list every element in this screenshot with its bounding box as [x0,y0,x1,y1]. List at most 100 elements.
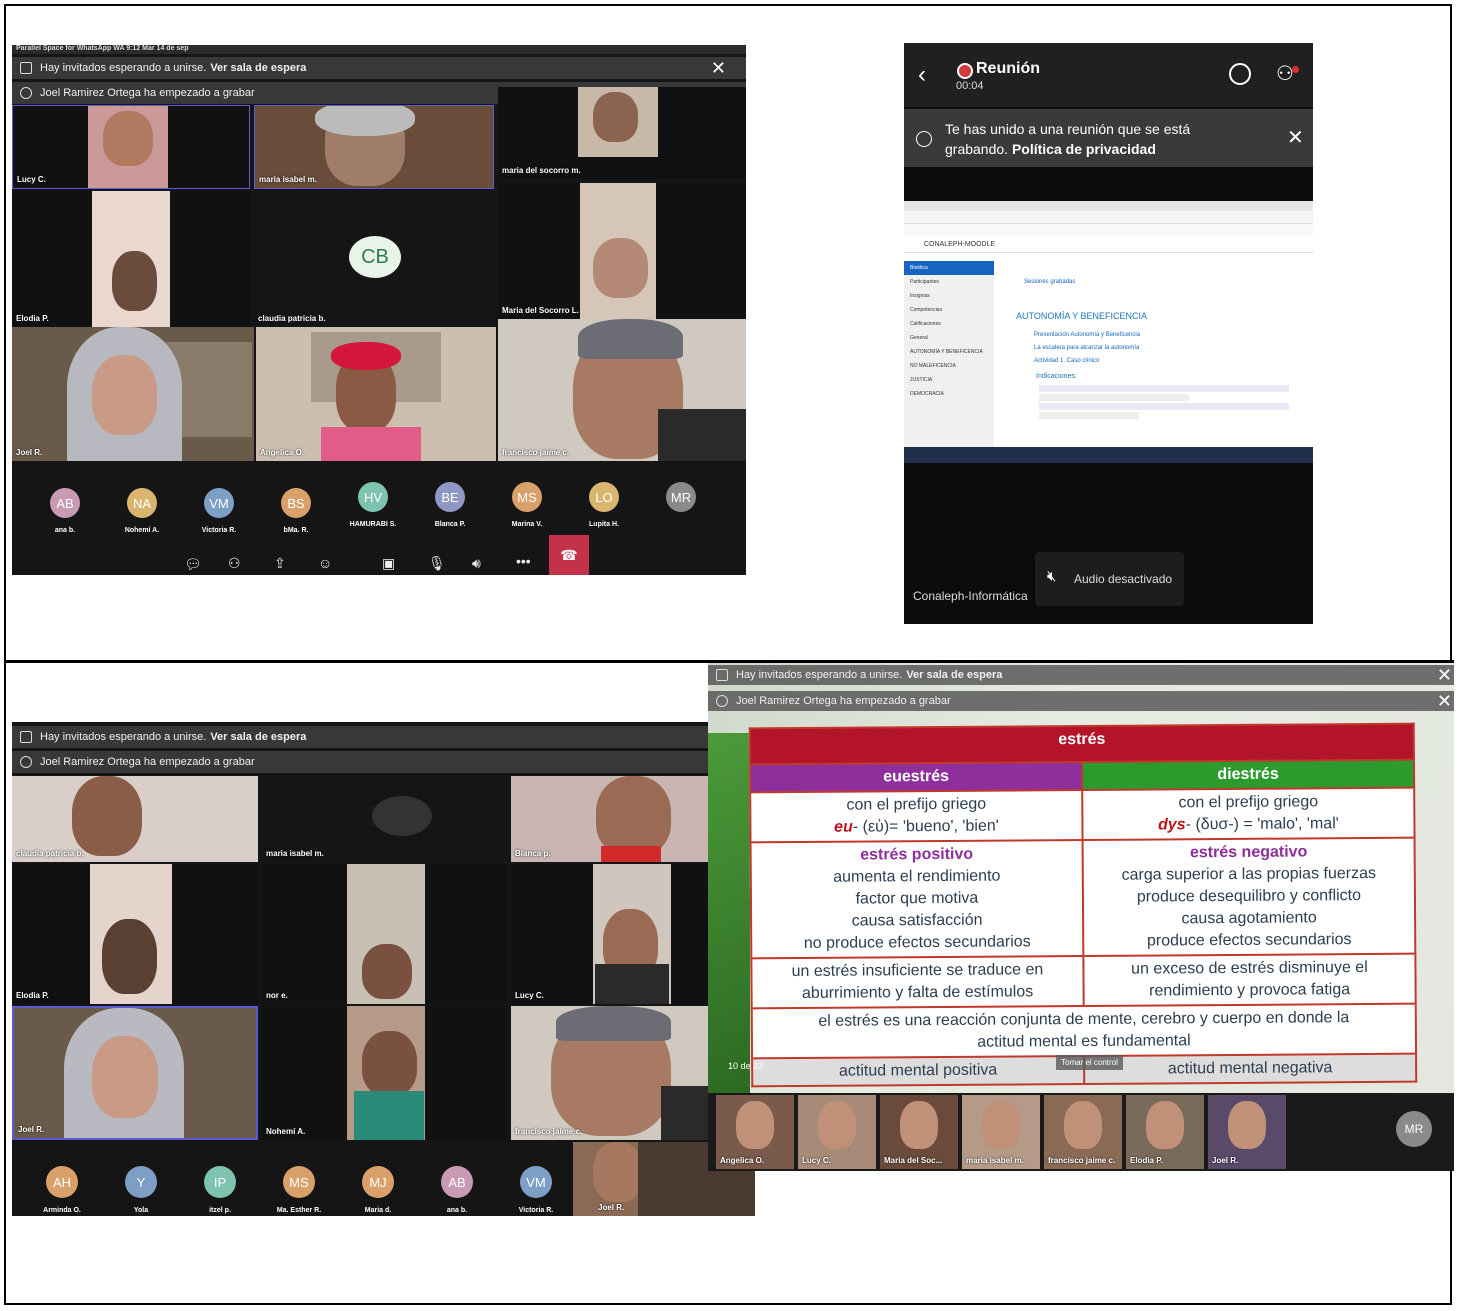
participant-name: Elodia P. [1130,1156,1163,1165]
waiting-room-link[interactable]: Ver sala de espera [210,731,306,743]
avatar[interactable]: MJ [362,1166,394,1198]
close-icon[interactable]: ✕ [1437,666,1452,684]
avatar[interactable]: MS [512,482,542,512]
moodle-sidebar-item[interactable]: AUTONOMÍA Y BENEFICENCIA [904,345,994,359]
moodle-item[interactable]: Presentación Autonomía y Beneficencia [1034,329,1140,342]
video-tile[interactable]: Joel R. [12,327,254,461]
privacy-policy-link[interactable]: Política de privacidad [1012,141,1156,157]
video-tile[interactable]: maria isabel m. [254,105,494,189]
meeting-title: Reunión [976,60,1040,77]
more-icon[interactable]: ••• [516,553,531,569]
avatar[interactable]: MS [283,1166,315,1198]
participants-icon[interactable]: ⚇ [1276,61,1294,86]
participant-thumbnail-strip: Angelica O. Lucy C. Maria del Soc... maria … [708,1093,1454,1171]
moodle-sidebar-item[interactable]: Calificaciones [904,317,994,331]
avatar[interactable]: VM [204,488,234,518]
moodle-item[interactable]: La escalera para alcanzar la autonomía [1034,342,1140,355]
waiting-room-link[interactable]: Ver sala de espera [210,62,306,74]
share-icon[interactable]: ⇪ [274,555,286,572]
video-tile[interactable]: maria isabel m. [962,1095,1040,1169]
participant-name: francisco jaime c. [1048,1156,1116,1165]
avatar[interactable]: VM [520,1166,552,1198]
video-tile[interactable]: maria isabel m. [262,776,507,862]
video-tile[interactable]: claudia patricia b. [12,776,258,862]
participant-name: Victoria R. [201,527,237,534]
video-tile[interactable]: Elodia P. [12,864,258,1004]
close-icon[interactable]: ✕ [1287,125,1304,150]
positive-item: factor que motiva [855,889,979,908]
avatar[interactable]: MR [666,482,696,512]
avatar[interactable]: Y [125,1166,157,1198]
video-tile[interactable]: Elodia P. [12,191,250,327]
video-tile[interactable]: maria del socorro m. [498,87,746,179]
leave-call-button[interactable]: ☎︎ [549,535,589,575]
moodle-sidebar-item[interactable]: General [904,331,994,345]
camera-off-icon[interactable]: ▣ [382,555,395,572]
video-tile[interactable]: Lucy C. [798,1095,876,1169]
avatar[interactable]: HV [358,482,388,512]
moodle-sidebar-item[interactable]: Competencias [904,303,994,317]
take-control-button[interactable]: Tomar el control [1056,1055,1123,1070]
avatar[interactable]: LO [589,482,619,512]
moodle-sidebar-item[interactable]: JUSTICIA [904,373,994,387]
participant-name: Lucy C. [17,175,46,184]
video-tile[interactable]: Joel R. [12,1006,258,1140]
meeting-timer: 00:04 [956,80,984,92]
video-tile[interactable]: Maria del Socorro L. [498,183,746,319]
participant-name: ana b. [446,1207,468,1214]
video-tile[interactable]: Nohemí A. [262,1006,507,1140]
notice-text: Joel Ramirez Ortega ha empezado a grabar [40,87,255,99]
video-tile[interactable]: nor e. [262,864,507,1004]
moodle-sidebar-item[interactable]: NO MALEFICENCIA [904,359,994,373]
slide-title: estrés [749,723,1414,765]
participant-name: maria isabel m. [966,1156,1024,1165]
notice-text: Joel Ramirez Ortega ha empezado a grabar [736,695,951,707]
avatar[interactable]: IP [204,1166,236,1198]
video-tile[interactable]: francisco jaime c. [498,319,746,461]
waiting-room-notice[interactable]: Hay invitados esperando a unirse. Ver sa… [12,57,746,79]
prefix-meaning: - (εὐ)= 'bueno', 'bien' [852,817,999,836]
chat-icon[interactable] [1229,63,1251,85]
shared-screen: CONALEPH-MOODLE Bioética Participantes Ins… [904,201,1313,463]
video-tile[interactable]: Elodia P. [1126,1095,1204,1169]
waiting-room-link[interactable]: Ver sala de espera [906,669,1002,681]
close-icon[interactable]: ✕ [711,59,726,77]
moodle-sidebar-item[interactable]: Bioética [904,261,994,275]
chat-icon[interactable]: 💬︎ [184,556,202,573]
avatar[interactable]: MR [1396,1111,1432,1147]
video-tile[interactable]: Angelica O. [256,327,496,461]
moodle-sidebar-item[interactable]: DEMOCRACIA [904,387,994,401]
waiting-room-notice[interactable]: Hay invitados esperando a unirse. Ver sa… [12,726,755,748]
video-tile[interactable]: Angelica O. [716,1095,794,1169]
speaker-icon[interactable]: 🔊︎ [472,555,481,572]
avatar[interactable]: AH [46,1166,78,1198]
avatar[interactable]: NA [127,488,157,518]
waiting-room-notice[interactable]: Hay invitados esperando a unirse. Ver sa… [708,665,1454,685]
avatar[interactable]: AB [441,1166,473,1198]
column-header-left: euestrés [750,762,1083,793]
video-tile[interactable]: CB claudia patricia b. [254,191,494,327]
participant-name: maria isabel m. [266,849,324,858]
moodle-link[interactable]: Sesiones grabadas [1024,279,1075,285]
back-icon[interactable]: ‹ [918,61,926,89]
avatar[interactable]: BE [435,482,465,512]
close-icon[interactable]: ✕ [1437,692,1452,710]
info-icon [20,87,32,99]
participant-name: Victoria R. [518,1207,554,1214]
video-tile[interactable]: Joel R. [1208,1095,1286,1169]
moodle-sidebar-item[interactable]: Participantes [904,275,994,289]
video-tile[interactable]: Lucy C. [12,105,250,189]
moodle-sidebar-item[interactable]: Insignias [904,289,994,303]
video-tile[interactable]: Maria del Soc... [880,1095,958,1169]
screenshot-tablet-meeting-2: Hay invitados esperando a unirse. Ver sa… [12,722,755,1216]
participants-icon[interactable]: ⚇ [228,555,241,572]
avatar[interactable]: AB [50,488,80,518]
moodle-item[interactable]: Actividad 1. Caso clínico [1034,355,1140,368]
video-tile[interactable]: francisco jaime c. [1044,1095,1122,1169]
reactions-icon[interactable]: ☺ [318,555,332,571]
recording-notice: Joel Ramirez Ortega ha empezado a grabar [12,751,755,773]
negative-item: causa agotamiento [1181,909,1317,928]
participant-name: francisco jaime c. [502,448,570,457]
mic-off-icon[interactable]: 🎙︎ [428,555,446,572]
avatar[interactable]: BS [281,488,311,518]
